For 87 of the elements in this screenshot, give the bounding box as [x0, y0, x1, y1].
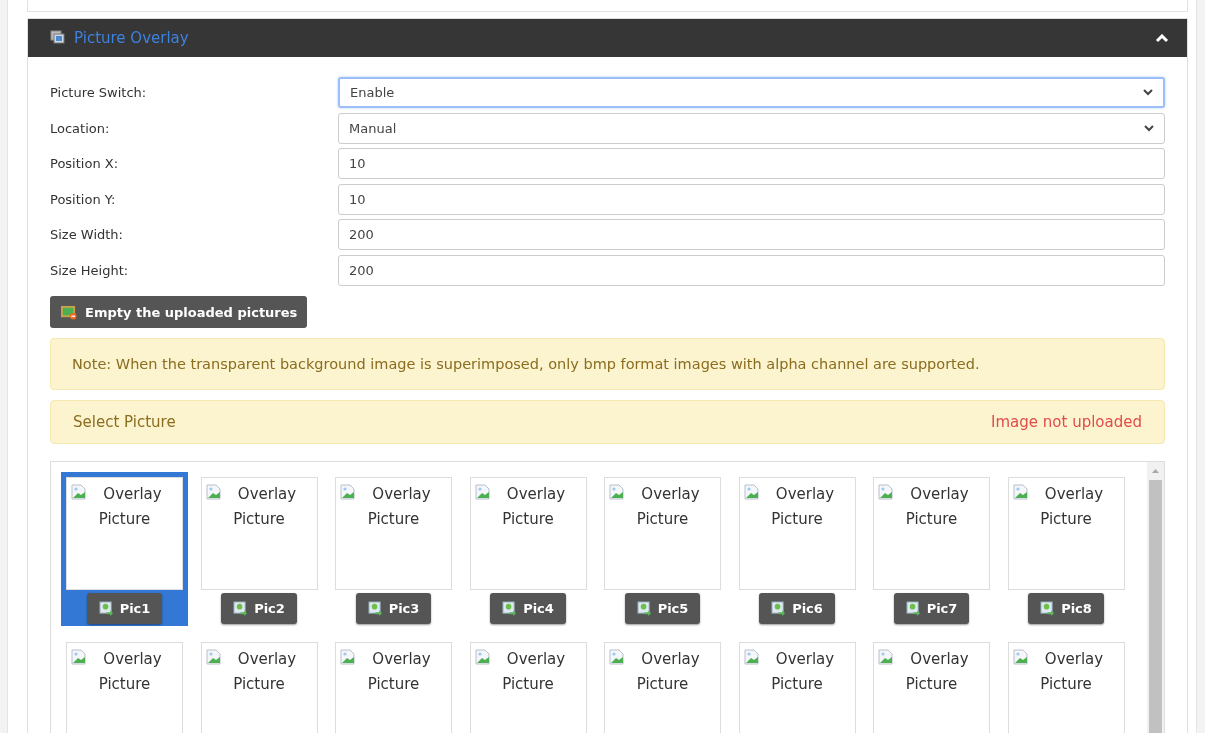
- alt-text: Overlay Picture: [233, 485, 297, 528]
- picture-tile[interactable]: Overlay Picture: [599, 637, 726, 733]
- pic-button[interactable]: Pic8: [1028, 593, 1104, 624]
- broken-image-icon: [205, 484, 222, 500]
- picture-tile[interactable]: Overlay Picture: [330, 637, 457, 733]
- picture-tile[interactable]: Overlay Picture Pic6: [733, 472, 861, 626]
- image-icon: [98, 601, 114, 617]
- chevron-up-icon[interactable]: [1155, 33, 1169, 43]
- chevron-down-icon: [1144, 124, 1154, 132]
- image-icon: [367, 601, 383, 617]
- alt-text: Overlay Picture: [98, 650, 162, 693]
- broken-image-icon: [609, 649, 625, 665]
- text-field[interactable]: 10: [338, 183, 1165, 215]
- broken-image-icon: [743, 484, 760, 500]
- alt-text: Overlay Picture: [1040, 485, 1104, 528]
- field-label: Size Width:: [50, 227, 124, 242]
- picture-tile[interactable]: Overlay Picture: [868, 637, 995, 733]
- pictures-icon: [50, 30, 66, 46]
- pic-button[interactable]: Pic7: [893, 593, 970, 624]
- broken-image-icon: [878, 649, 894, 665]
- pic-button[interactable]: Pic6: [759, 593, 835, 624]
- picture-remove-icon: [60, 304, 77, 320]
- pic-button[interactable]: Pic5: [624, 593, 701, 624]
- alt-text: Overlay Picture: [98, 485, 162, 528]
- picture-tile[interactable]: Overlay Picture Pic3: [330, 472, 457, 626]
- alt-text: Overlay Picture: [1040, 650, 1104, 693]
- broken-image-icon: [71, 649, 87, 665]
- pic-button[interactable]: Pic3: [355, 593, 432, 624]
- image-icon: [233, 601, 249, 617]
- alt-text: Overlay Picture: [771, 485, 835, 528]
- alt-text: Overlay Picture: [771, 650, 835, 693]
- field-label: Position X:: [50, 156, 120, 171]
- broken-image-icon: [1012, 484, 1029, 500]
- field-label: Position Y:: [50, 191, 117, 207]
- select-picture-title: Select Picture: [73, 413, 176, 431]
- field-label: Size Height:: [50, 262, 130, 278]
- broken-image-icon: [743, 649, 760, 665]
- text-field[interactable]: 10: [338, 148, 1165, 179]
- broken-image-icon: [474, 484, 491, 500]
- picture-tile[interactable]: Overlay Picture Pic7: [868, 472, 995, 626]
- picture-tile[interactable]: Overlay Picture Pic4: [464, 472, 592, 626]
- picture-tile[interactable]: Overlay Picture: [733, 637, 861, 733]
- picture-tile[interactable]: Overlay Picture: [61, 637, 188, 733]
- pic-button[interactable]: Pic1: [86, 593, 163, 624]
- picture-tile[interactable]: Overlay Picture: [464, 637, 592, 733]
- picture-tile[interactable]: Overlay Picture Pic5: [599, 472, 726, 626]
- note-text: Note: When the transparent background image is superimposed, only bmp format images with alpha channel are supported.: [50, 338, 1165, 390]
- alt-text: Overlay Picture: [367, 485, 431, 528]
- alt-text: Overlay Picture: [233, 650, 297, 693]
- pic-button[interactable]: Pic2: [221, 593, 297, 624]
- pic-button[interactable]: Pic4: [490, 593, 566, 624]
- scrollbar[interactable]: [1147, 462, 1164, 733]
- picture-tile[interactable]: Overlay Picture Pic2: [195, 472, 323, 626]
- image-icon: [1040, 601, 1056, 617]
- broken-image-icon: [474, 649, 491, 665]
- broken-image-icon: [340, 649, 356, 665]
- alt-text: Overlay Picture: [636, 485, 700, 528]
- upload-status: Image not uploaded: [991, 413, 1142, 431]
- broken-image-icon: [205, 649, 222, 665]
- broken-image-icon: [1012, 649, 1029, 665]
- broken-image-icon: [340, 484, 356, 500]
- text-field[interactable]: 200: [338, 254, 1165, 286]
- broken-image-icon: [878, 484, 894, 500]
- alt-text: Overlay Picture: [905, 650, 969, 693]
- empty-pictures-button[interactable]: Empty the uploaded pictures: [50, 296, 308, 328]
- dropdown-field[interactable]: Enable: [338, 77, 1165, 108]
- image-icon: [502, 601, 518, 617]
- broken-image-icon: [71, 484, 87, 500]
- alt-text: Overlay Picture: [367, 650, 431, 693]
- image-icon: [636, 601, 652, 617]
- picture-tile[interactable]: Overlay Picture Pic8: [1002, 472, 1130, 626]
- alt-text: Overlay Picture: [905, 485, 969, 528]
- field-label: Location:: [50, 120, 111, 136]
- text-field[interactable]: 200: [338, 219, 1165, 250]
- alt-text: Overlay Picture: [502, 485, 566, 528]
- picture-tile[interactable]: Overlay Picture Pic1: [61, 472, 188, 626]
- broken-image-icon: [609, 484, 625, 500]
- panel-title: Picture Overlay: [74, 29, 189, 47]
- alt-text: Overlay Picture: [636, 650, 700, 693]
- picture-tile[interactable]: Overlay Picture: [1002, 637, 1130, 733]
- image-icon: [905, 601, 921, 617]
- dropdown-field[interactable]: Manual: [338, 112, 1165, 144]
- chevron-down-icon: [1143, 89, 1153, 96]
- picture-tile[interactable]: Overlay Picture: [195, 637, 323, 733]
- field-label: Picture Switch:: [50, 85, 148, 100]
- image-icon: [771, 601, 787, 617]
- alt-text: Overlay Picture: [502, 650, 566, 693]
